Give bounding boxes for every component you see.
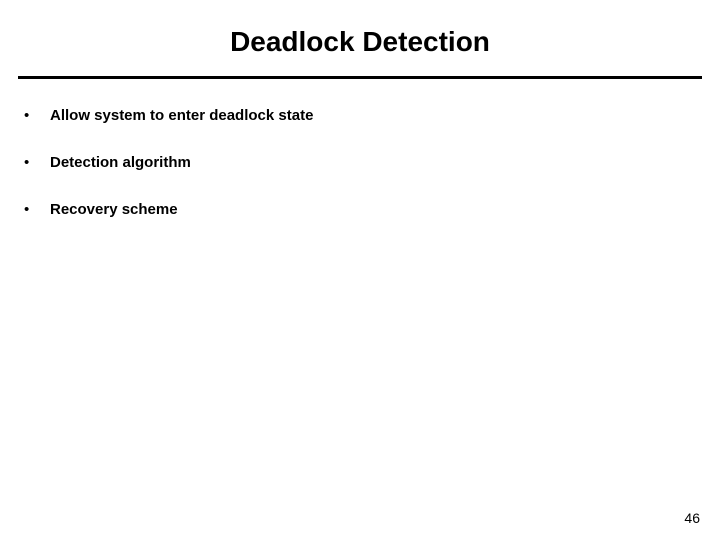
slide-title: Deadlock Detection [0, 0, 720, 76]
list-item-text: Allow system to enter deadlock state [50, 107, 702, 124]
list-item: • Detection algorithm [18, 154, 702, 171]
list-item: • Allow system to enter deadlock state [18, 107, 702, 124]
bullet-icon: • [18, 201, 50, 218]
bullet-icon: • [18, 107, 50, 124]
slide: Deadlock Detection • Allow system to ent… [0, 0, 720, 540]
bullet-list: • Allow system to enter deadlock state •… [18, 107, 702, 218]
list-item-text: Detection algorithm [50, 154, 702, 171]
list-item-text: Recovery scheme [50, 201, 702, 218]
list-item: • Recovery scheme [18, 201, 702, 218]
page-number: 46 [684, 510, 700, 526]
slide-content: • Allow system to enter deadlock state •… [0, 79, 720, 218]
bullet-icon: • [18, 154, 50, 171]
